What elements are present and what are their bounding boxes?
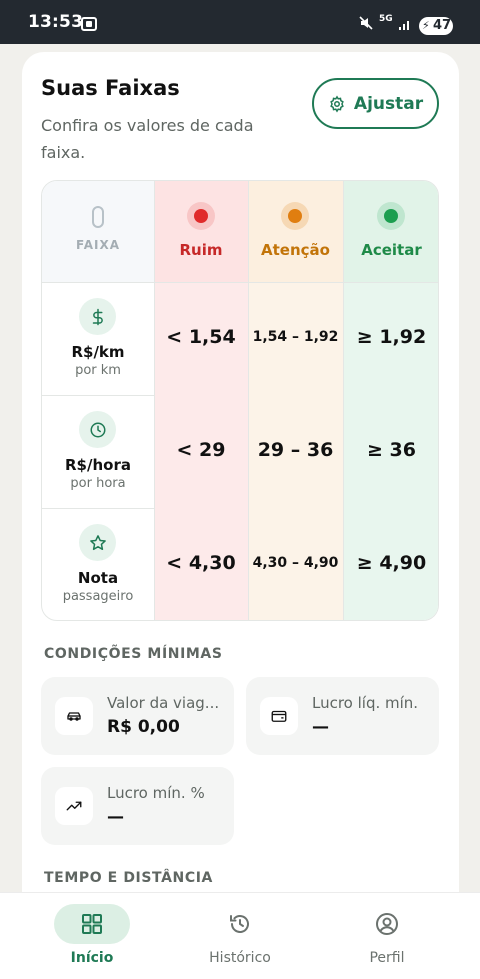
col-header-ruim: Ruim (179, 241, 223, 259)
status-time: 13:53 (28, 12, 84, 32)
car-icon (55, 697, 93, 735)
cell-nota-ruim: < 4,30 (166, 552, 236, 574)
row-label-nota: Nota (77, 569, 119, 587)
min-trip-value: R$ 0,00 (107, 717, 180, 737)
battery-indicator: 47 (419, 17, 453, 35)
adjust-button[interactable]: Ajustar (312, 78, 439, 129)
min-profit-percent-card[interactable]: Lucro mín. % — (41, 767, 234, 845)
min-profit-percent-value: — (107, 807, 124, 827)
wallet-icon (260, 697, 298, 735)
divider (42, 508, 154, 509)
mute-icon (359, 16, 373, 30)
row-sub-passageiro: passageiro (62, 589, 134, 604)
faixas-table: FAIXA Ruim Atenção Aceitar R$/km por km … (41, 180, 439, 621)
nav-item-historico[interactable]: Histórico (180, 893, 300, 979)
star-icon (79, 524, 116, 561)
page-subtitle: Confira os valores de cada faixa. (41, 116, 254, 162)
nav-label-perfil: Perfil (369, 950, 405, 966)
trend-up-icon (55, 787, 93, 825)
green-status-dot-icon (377, 202, 405, 230)
lane-icon (92, 206, 104, 228)
atencao-header-cell (248, 181, 343, 282)
nav-item-inicio[interactable]: Início (32, 893, 152, 979)
cell-nota-aceitar: ≥ 4,90 (356, 552, 427, 574)
clock-icon (79, 411, 116, 448)
min-net-profit-label: Lucro líq. mín. (312, 694, 419, 712)
divider (42, 395, 154, 396)
cell-km-aceitar: ≥ 1,92 (356, 326, 427, 348)
faixas-card: Suas Faixas Confira os valores de cada f… (22, 52, 459, 922)
bottom-nav: Início Histórico Perfil (0, 892, 480, 979)
min-net-profit-value: — (312, 717, 329, 737)
row-label-rs-km: R$/km (71, 343, 125, 361)
cell-hora-aceitar: ≥ 36 (367, 439, 416, 461)
faixa-header-cell (42, 181, 154, 282)
cell-hora-ruim: < 29 (176, 439, 226, 461)
min-trip-value-card[interactable]: Valor da viag... R$ 0,00 (41, 677, 234, 755)
row-label-rs-hora: R$/hora (65, 456, 131, 474)
network-label: 5G (379, 14, 393, 24)
orange-status-dot-icon (281, 202, 309, 230)
min-trip-value-label: Valor da viag... (107, 694, 220, 712)
red-status-dot-icon (187, 202, 215, 230)
divider (42, 282, 438, 283)
signal-icon (399, 21, 409, 30)
row-sub-por-hora: por hora (70, 476, 126, 491)
profile-icon (376, 913, 398, 935)
screenshot-icon (81, 17, 97, 31)
cell-km-atencao: 1,54 – 1,92 (252, 329, 339, 345)
grid-icon (82, 914, 102, 934)
history-icon (230, 915, 249, 933)
dollar-icon (79, 298, 116, 335)
nav-label-historico: Histórico (209, 950, 271, 966)
status-bar: 13:53 5G 47 (0, 0, 480, 44)
cell-nota-atencao: 4,30 – 4,90 (252, 555, 339, 571)
min-conditions-title: CONDIÇÕES MÍNIMAS (44, 646, 223, 662)
col-header-aceitar: Aceitar (361, 241, 422, 259)
faixa-label: FAIXA (75, 238, 121, 252)
aceitar-header-cell (343, 181, 438, 282)
min-net-profit-card[interactable]: Lucro líq. mín. — (246, 677, 439, 755)
row-sub-por-km: por km (75, 363, 121, 378)
page-title: Suas Faixas (41, 76, 180, 100)
cell-km-ruim: < 1,54 (166, 326, 236, 348)
ruim-header-cell (154, 181, 248, 282)
time-distance-title: TEMPO E DISTÂNCIA (44, 870, 213, 886)
adjust-label: Ajustar (353, 93, 424, 114)
nav-label-inicio: Início (70, 950, 114, 966)
gear-icon (330, 94, 344, 113)
min-profit-percent-label: Lucro mín. % (107, 784, 205, 802)
nav-item-perfil[interactable]: Perfil (327, 893, 447, 979)
cell-hora-atencao: 29 – 36 (257, 439, 334, 461)
col-header-atencao: Atenção (261, 241, 330, 259)
